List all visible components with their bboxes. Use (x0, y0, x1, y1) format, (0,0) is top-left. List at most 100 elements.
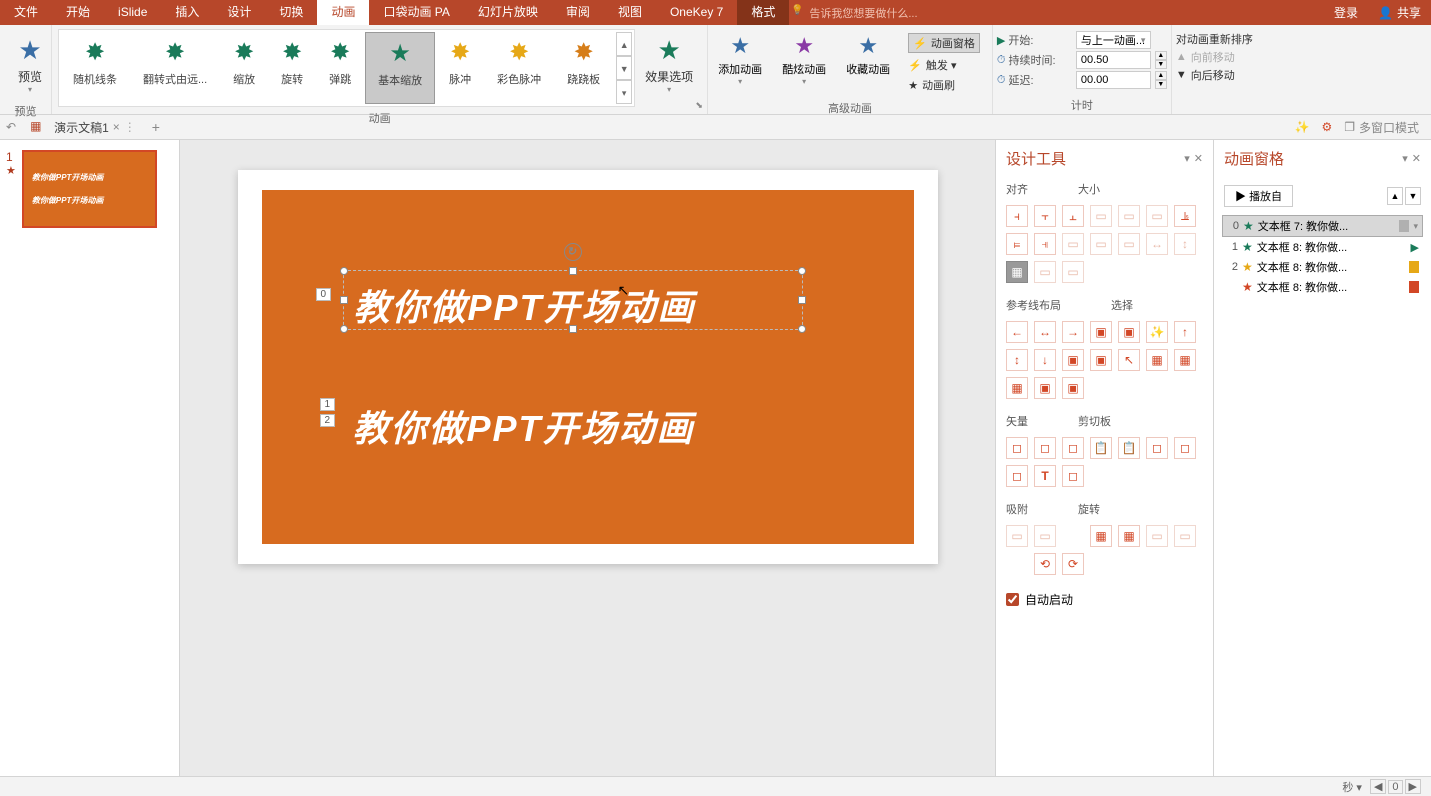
tab-transition[interactable]: 切换 (265, 0, 317, 25)
anim-tag-2[interactable]: 2 (320, 414, 336, 427)
select-5[interactable]: ▣ (1090, 349, 1112, 371)
select-6[interactable]: ↖ (1118, 349, 1140, 371)
anim-list-item-1[interactable]: 1★ 文本框 8: 教你做...▶ (1222, 237, 1423, 257)
anim-flip-far[interactable]: ✸翻转式由远... (131, 32, 219, 104)
animation-pane-button[interactable]: ⚡动画窗格 (908, 33, 980, 53)
anim-pulse[interactable]: ✸脉冲 (437, 32, 483, 104)
anim-zoom[interactable]: ✸缩放 (221, 32, 267, 104)
move-down-button[interactable]: ▼ (1405, 187, 1421, 205)
guide-9[interactable]: ▦ (1006, 377, 1028, 399)
cool-animation-button[interactable]: ★酷炫动画▾ (776, 29, 832, 90)
resize-handle-br[interactable] (798, 325, 806, 333)
tab-format[interactable]: 格式 (737, 0, 789, 25)
gallery-up[interactable]: ▲ (616, 32, 632, 56)
item-dropdown-icon[interactable]: ▾ (1413, 221, 1418, 232)
anim-panel-close[interactable]: ✕ (1412, 152, 1421, 165)
align-right[interactable]: ⫠ (1062, 205, 1084, 227)
tab-slideshow[interactable]: 幻灯片放映 (464, 0, 552, 25)
tab-design[interactable]: 设计 (213, 0, 265, 25)
align-center-h[interactable]: ⫟ (1034, 205, 1056, 227)
vec-7[interactable]: ◻ (1062, 465, 1084, 487)
size-5[interactable]: ▭ (1090, 233, 1112, 255)
anim-seesaw[interactable]: ✸跷跷板 (555, 32, 612, 104)
rotate-handle[interactable]: ↻ (564, 243, 582, 261)
anim-rotate[interactable]: ✸旋转 (269, 32, 315, 104)
resize-handle-l[interactable] (340, 296, 348, 304)
resize-handle-tr[interactable] (798, 267, 806, 275)
resize-handle-bl[interactable] (340, 325, 348, 333)
delay-down[interactable]: ▼ (1155, 80, 1167, 89)
vec-2[interactable]: ◻ (1034, 437, 1056, 459)
gallery-more[interactable]: ▾ (616, 80, 632, 104)
resize-handle-r[interactable] (798, 296, 806, 304)
vec-6[interactable]: ◻ (1006, 465, 1028, 487)
size-4[interactable]: ▭ (1062, 233, 1084, 255)
rot-1[interactable]: ▦ (1090, 525, 1112, 547)
next-button[interactable]: ▶ (1405, 779, 1421, 794)
magic-icon[interactable]: ✨ (1289, 120, 1316, 134)
vec-text[interactable]: T (1034, 465, 1056, 487)
share-button[interactable]: 👤共享 (1368, 4, 1431, 21)
play-from-button[interactable]: ▶ 播放自 (1224, 185, 1293, 207)
select-2[interactable]: ▣ (1118, 321, 1140, 343)
vec-4[interactable]: ◻ (1146, 437, 1168, 459)
clip-1[interactable]: 📋 (1090, 437, 1112, 459)
align-bottom[interactable]: ⫣ (1034, 233, 1056, 255)
rot-3[interactable]: ⟲ (1034, 553, 1056, 575)
align-middle[interactable]: ⫢ (1006, 233, 1028, 255)
size-6[interactable]: ▭ (1118, 233, 1140, 255)
guide-7[interactable]: ▦ (1146, 349, 1168, 371)
resize-handle-t[interactable] (569, 267, 577, 275)
vec-5[interactable]: ◻ (1174, 437, 1196, 459)
delay-input[interactable] (1076, 71, 1151, 89)
anim-panel-dropdown[interactable]: ▾ (1402, 152, 1408, 165)
anim-color-pulse[interactable]: ✸彩色脉冲 (485, 32, 553, 104)
vec-3[interactable]: ◻ (1062, 437, 1084, 459)
effect-options-button[interactable]: ★ 效果选项 ▾ (635, 29, 703, 100)
anim-basic-zoom[interactable]: ★基本缩放 (365, 32, 435, 104)
size-8[interactable]: ▭ (1062, 261, 1084, 283)
seconds-label[interactable]: 秒 ▾ (1342, 779, 1362, 795)
guide-4[interactable]: ↑ (1174, 321, 1196, 343)
guide-5[interactable]: ↕ (1006, 349, 1028, 371)
panel-close-icon[interactable]: ✕ (1194, 152, 1203, 165)
anim-bounce[interactable]: ✸弹跳 (317, 32, 363, 104)
prev-button[interactable]: ◀ (1370, 779, 1386, 794)
add-animation-button[interactable]: ★添加动画▾ (712, 29, 768, 90)
animation-dialog-launcher[interactable]: ⬊ (693, 100, 705, 112)
anim-list-item-0[interactable]: 0★ 文本框 7: 教你做... ▾ (1222, 215, 1423, 237)
guide-2[interactable]: ↔ (1034, 321, 1056, 343)
slide-canvas[interactable]: 0 教你做PPT开场动画 ↻ 1 2 教你做PPT开场动画 ↖ (180, 140, 995, 796)
anim-random-lines[interactable]: ✸随机线条 (61, 32, 129, 104)
align-top[interactable]: ⫡ (1174, 205, 1196, 227)
tab-home[interactable]: 开始 (52, 0, 104, 25)
dist-h[interactable]: ↔ (1146, 233, 1168, 255)
size-3[interactable]: ▭ (1146, 205, 1168, 227)
move-up-button[interactable]: ▲ (1387, 187, 1403, 205)
anim-tag-1[interactable]: 1 (320, 398, 336, 411)
move-later-button[interactable]: ▼向后移动 (1176, 67, 1253, 83)
textbox-7[interactable]: 教你做PPT开场动画 ↻ (343, 270, 803, 330)
preview-button[interactable]: ★ 预览 ▾ (4, 29, 56, 100)
tab-file[interactable]: 文件 (0, 0, 52, 25)
snap-1[interactable]: ▭ (1006, 525, 1028, 547)
guide-8[interactable]: ▦ (1174, 349, 1196, 371)
rot-4[interactable]: ⟳ (1062, 553, 1084, 575)
start-select[interactable] (1076, 31, 1151, 49)
slide-thumbnail-1[interactable]: 教你做PPT开场动画 教你做PPT开场动画 (22, 150, 157, 228)
select-3[interactable]: ✨ (1146, 321, 1168, 343)
anim-tag-0[interactable]: 0 (316, 288, 332, 301)
panel-dropdown-icon[interactable]: ▾ (1184, 152, 1190, 165)
tab-islide[interactable]: iSlide (104, 0, 161, 25)
duration-down[interactable]: ▼ (1155, 60, 1167, 69)
textbox-8[interactable]: 教你做PPT开场动画 (353, 400, 695, 452)
dist-grid[interactable]: ▦ (1006, 261, 1028, 283)
rot-2[interactable]: ▦ (1118, 525, 1140, 547)
select-7[interactable]: ▣ (1034, 377, 1056, 399)
size-2[interactable]: ▭ (1118, 205, 1140, 227)
multiwindow-button[interactable]: ❐多窗口模式 (1338, 119, 1425, 136)
select-4[interactable]: ▣ (1062, 349, 1084, 371)
tell-me-search[interactable]: 告诉我您想要做什么... (789, 5, 917, 21)
auto-start-checkbox[interactable] (1006, 593, 1019, 606)
snap-2[interactable]: ▭ (1034, 525, 1056, 547)
